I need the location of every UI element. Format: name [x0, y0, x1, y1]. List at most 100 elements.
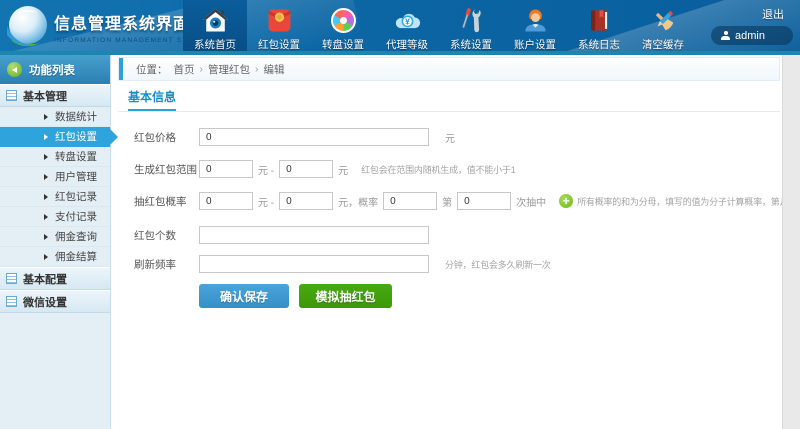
sidebar-item-wheel-settings[interactable]: 转盘设置 — [0, 147, 110, 167]
nav-item-red-packet-settings[interactable]: 红包设置 — [247, 0, 311, 55]
probability-order-label: 第 — [442, 194, 452, 209]
sidebar-item-red-packet-records[interactable]: 红包记录 — [0, 187, 110, 207]
nav-label: 转盘设置 — [322, 37, 364, 52]
list-icon — [6, 296, 17, 307]
refresh-hint: 分钟，红包会多久刷新一次 — [445, 258, 551, 271]
arrow-right-icon — [44, 194, 48, 200]
main-navigation: 系统首页 红包设置 转盘设置 — [183, 0, 695, 55]
list-icon — [6, 273, 17, 284]
nav-label: 代理等级 — [386, 37, 428, 52]
add-probability-icon[interactable]: + — [559, 194, 573, 208]
system-settings-icon — [457, 6, 485, 34]
breadcrumb-manage-red-packet[interactable]: 管理红包 — [208, 62, 250, 77]
sidebar-item-commission-settlement[interactable]: 佣金结算 — [0, 247, 110, 267]
app-logo-icon — [4, 3, 52, 51]
arrow-right-icon — [44, 214, 48, 220]
nav-item-system-settings[interactable]: 系统设置 — [439, 0, 503, 55]
section-label: 基本配置 — [23, 271, 67, 287]
range-to-input[interactable] — [279, 160, 333, 178]
app-window: 信息管理系统界面 INFORMATION MANAGEMENT SYSTEM G… — [0, 0, 800, 429]
sidebar: 功能列表 基本管理 数据统计 红包设置 转盘设置 用户管理 红包记录 — [0, 55, 111, 429]
nav-item-home[interactable]: 系统首页 — [183, 0, 247, 55]
nav-item-clear-cache[interactable]: 清空缓存 — [631, 0, 695, 55]
sidebar-title-label: 功能列表 — [29, 62, 75, 78]
probability-hint: 所有概率的和为分母，填写的值为分子计算概率，第几次可以不填 — [577, 195, 800, 208]
right-gutter — [782, 55, 800, 429]
probability-order-input[interactable] — [457, 192, 511, 210]
tab-divider — [118, 111, 780, 112]
range-label: 生成红包范围 — [134, 162, 199, 177]
sidebar-item-red-packet-settings[interactable]: 红包设置 — [0, 127, 110, 147]
arrow-right-icon — [44, 254, 48, 260]
price-unit: 元 — [445, 130, 455, 145]
agent-level-icon: ¥ — [393, 6, 421, 34]
logout-button[interactable]: 退出 — [762, 6, 784, 22]
tab-basic-info[interactable]: 基本信息 — [128, 88, 176, 112]
item-label: 用户管理 — [55, 169, 97, 184]
collapse-arrow-icon — [7, 62, 22, 77]
section-label: 基本管理 — [23, 88, 67, 104]
sidebar-section-basic-config[interactable]: 基本配置 — [0, 267, 110, 290]
sidebar-section-wechat-settings[interactable]: 微信设置 — [0, 290, 110, 313]
svg-text:¥: ¥ — [405, 16, 410, 26]
system-log-icon — [585, 6, 613, 34]
probability-to-input[interactable] — [279, 192, 333, 210]
wheel-icon — [329, 6, 357, 34]
sidebar-item-data-statistics[interactable]: 数据统计 — [0, 107, 110, 127]
price-label: 红包价格 — [134, 130, 199, 145]
form-row-refresh: 刷新频率 分钟，红包会多久刷新一次 — [134, 254, 551, 274]
arrow-right-icon — [44, 134, 48, 140]
simulate-draw-button[interactable]: 模拟抽红包 — [299, 284, 392, 308]
item-label: 红包记录 — [55, 189, 97, 204]
item-label: 转盘设置 — [55, 149, 97, 164]
sidebar-section-basic-management[interactable]: 基本管理 — [0, 84, 110, 107]
sidebar-item-payment-records[interactable]: 支付记录 — [0, 207, 110, 227]
section-label: 微信设置 — [23, 294, 67, 310]
probability-suffix: 次抽中 — [516, 194, 546, 209]
breadcrumb-home[interactable]: 首页 — [174, 62, 195, 77]
range-unit: 元 — [338, 162, 348, 177]
count-label: 红包个数 — [134, 228, 199, 243]
form-row-count: 红包个数 — [134, 225, 429, 245]
probability-value-input[interactable] — [383, 192, 437, 210]
breadcrumb: 位置： 首页 › 管理红包 › 编辑 — [118, 57, 780, 81]
nav-label: 红包设置 — [258, 37, 300, 52]
range-sep: 元 - — [258, 162, 274, 177]
list-icon — [6, 90, 17, 101]
range-hint: 红包会在范围内随机生成，值不能小于1 — [361, 163, 515, 176]
form-row-price: 红包价格 元 — [134, 127, 460, 147]
sidebar-item-commission-query[interactable]: 佣金查询 — [0, 227, 110, 247]
breadcrumb-prefix: 位置： — [136, 62, 168, 77]
nav-label: 系统日志 — [578, 37, 620, 52]
nav-item-account-settings[interactable]: 账户设置 — [503, 0, 567, 55]
nav-item-agent-level[interactable]: ¥ 代理等级 — [375, 0, 439, 55]
item-label: 支付记录 — [55, 209, 97, 224]
form-row-range: 生成红包范围 元 - 元 红包会在范围内随机生成，值不能小于1 — [134, 159, 516, 179]
nav-label: 清空缓存 — [642, 37, 684, 52]
confirm-save-button[interactable]: 确认保存 — [199, 284, 289, 308]
item-label: 佣金查询 — [55, 229, 97, 244]
account-settings-icon — [521, 6, 549, 34]
main-content: 位置： 首页 › 管理红包 › 编辑 基本信息 红包价格 元 生成红包范围 元 … — [111, 55, 783, 429]
count-input[interactable] — [199, 226, 429, 244]
form-row-probability: 抽红包概率 元 - 元，概率 第 次抽中 + 所有概率的和为分母，填写的值为分子… — [134, 191, 800, 211]
sidebar-item-user-management[interactable]: 用户管理 — [0, 167, 110, 187]
arrow-right-icon — [44, 234, 48, 240]
sidebar-title[interactable]: 功能列表 — [0, 55, 110, 84]
refresh-input[interactable] — [199, 255, 429, 273]
breadcrumb-separator: › — [200, 63, 204, 75]
clear-cache-icon — [649, 6, 677, 34]
probability-mid: 元，概率 — [338, 194, 378, 209]
active-item-notch — [110, 129, 118, 145]
breadcrumb-separator: › — [255, 63, 259, 75]
item-label: 数据统计 — [55, 109, 97, 124]
nav-item-system-log[interactable]: 系统日志 — [567, 0, 631, 55]
user-icon — [721, 31, 730, 40]
range-from-input[interactable] — [199, 160, 253, 178]
probability-from-input[interactable] — [199, 192, 253, 210]
home-icon — [201, 6, 229, 34]
nav-label: 账户设置 — [514, 37, 556, 52]
current-user-pill[interactable]: admin — [711, 26, 793, 45]
nav-item-wheel-settings[interactable]: 转盘设置 — [311, 0, 375, 55]
price-input[interactable] — [199, 128, 429, 146]
